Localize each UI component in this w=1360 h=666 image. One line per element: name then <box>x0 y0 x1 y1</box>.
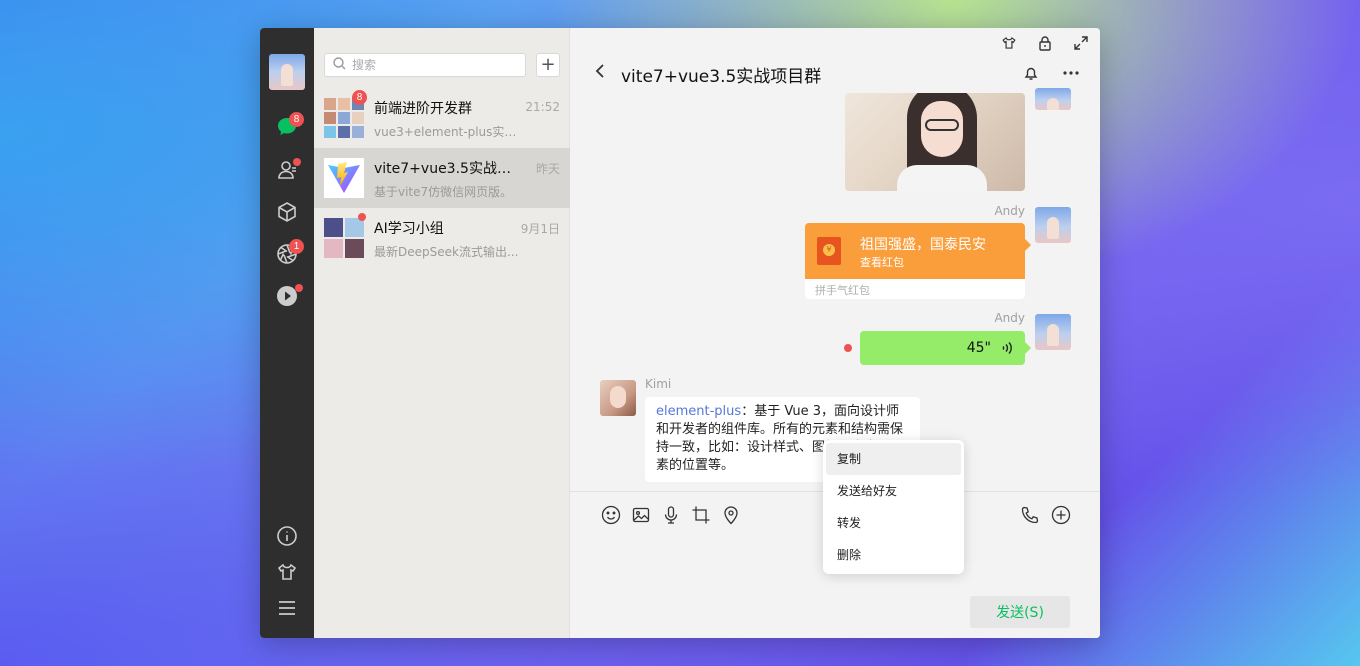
message-link[interactable]: element-plus <box>656 404 741 419</box>
chat-header: vite7+vue3.5实战项目群 <box>570 58 1100 88</box>
plus-circle-icon[interactable] <box>1050 504 1072 526</box>
channels-dot <box>295 284 303 292</box>
nav-menu[interactable] <box>275 598 299 622</box>
phone-icon[interactable] <box>1019 504 1041 526</box>
cube-icon <box>276 201 298 227</box>
menu-item-delete[interactable]: 删除 <box>826 539 961 571</box>
chat-name: 前端进阶开发群 <box>374 98 524 118</box>
chat-title: vite7+vue3.5实战项目群 <box>621 62 821 87</box>
chat-badge: 8 <box>289 112 304 127</box>
avatar[interactable] <box>1035 88 1071 110</box>
avatar[interactable] <box>600 380 636 416</box>
search-input[interactable] <box>352 58 512 72</box>
menu-item-forward[interactable]: 转发 <box>826 507 961 539</box>
vite-logo-icon <box>324 158 364 198</box>
sender-name: Kimi <box>645 377 671 391</box>
app-window: 8 1 <box>260 28 1100 638</box>
chat-list-panel: + 8 前端进阶开发群 21:52 vue3+element-plus实战... <box>314 28 570 638</box>
image-icon[interactable] <box>630 504 652 526</box>
contacts-dot <box>293 158 301 166</box>
chat-name: vite7+vue3.5实战项目... <box>374 158 524 178</box>
sidebar-nav: 8 1 <box>260 28 314 638</box>
chat-preview: 最新DeepSeek流式输出... <box>374 243 524 260</box>
microphone-icon[interactable] <box>660 504 682 526</box>
user-avatar[interactable] <box>269 54 305 90</box>
crop-icon[interactable] <box>690 504 712 526</box>
redpacket-message[interactable]: 祖国强盛，国泰民安 查看红包 拼手气红包 <box>805 223 1025 299</box>
chat-preview: 基于vite7仿微信网页版。 <box>374 183 524 200</box>
bubble-tail <box>1025 239 1031 251</box>
chat-name: AI学习小组 <box>374 218 524 238</box>
redpacket-icon <box>817 237 841 265</box>
add-button[interactable]: + <box>536 53 560 77</box>
chat-time: 21:52 <box>525 100 560 114</box>
avatar[interactable] <box>1035 314 1071 350</box>
nav-channels[interactable] <box>275 286 299 310</box>
chat-preview: vue3+element-plus实战... <box>374 123 524 140</box>
menu-item-copy[interactable]: 复制 <box>826 443 961 475</box>
voice-unread-dot <box>844 344 852 352</box>
redpacket-footer: 拼手气红包 <box>815 282 870 298</box>
nav-collections[interactable] <box>275 202 299 226</box>
image-message[interactable] <box>845 93 1025 191</box>
voice-message[interactable]: 45" <box>860 331 1025 365</box>
redpacket-title: 祖国强盛，国泰民安 <box>860 234 986 254</box>
menu-icon <box>276 597 298 623</box>
unread-badge: 8 <box>352 90 367 105</box>
more-icon[interactable] <box>1060 62 1082 84</box>
expand-icon[interactable] <box>1070 32 1092 54</box>
nav-theme[interactable] <box>275 562 299 586</box>
bubble-tail <box>1025 342 1031 354</box>
nav-moments[interactable]: 1 <box>275 244 299 268</box>
shirt-icon <box>276 561 298 587</box>
chat-item-frontend-group[interactable]: 8 前端进阶开发群 21:52 vue3+element-plus实战... <box>314 88 570 148</box>
info-icon <box>276 525 298 551</box>
avatar[interactable] <box>1035 207 1071 243</box>
voice-duration: 45" <box>967 340 991 356</box>
plus-icon: + <box>540 56 555 74</box>
chat-item-vite-group[interactable]: vite7+vue3.5实战项目... 昨天 基于vite7仿微信网页版。 <box>314 148 570 208</box>
menu-item-send-to-friend[interactable]: 发送给好友 <box>826 475 961 507</box>
shirt-icon[interactable] <box>998 32 1020 54</box>
emoji-icon[interactable] <box>600 504 622 526</box>
bell-icon[interactable] <box>1020 62 1042 84</box>
sound-wave-icon <box>999 340 1015 356</box>
search-box[interactable] <box>324 53 526 77</box>
nav-chat[interactable]: 8 <box>275 117 299 141</box>
chat-item-ai-group[interactable]: AI学习小组 9月1日 最新DeepSeek流式输出... <box>314 208 570 268</box>
moments-badge: 1 <box>289 239 304 254</box>
chat-time: 9月1日 <box>521 220 560 237</box>
nav-contacts[interactable] <box>275 160 299 184</box>
chat-time: 昨天 <box>536 160 560 177</box>
redpacket-subtitle: 查看红包 <box>860 254 904 270</box>
group-avatar <box>324 218 364 258</box>
location-icon[interactable] <box>720 504 742 526</box>
window-controls <box>998 32 1092 54</box>
unread-dot <box>358 213 366 221</box>
sender-name: Andy <box>994 311 1025 325</box>
chevron-left-icon <box>594 63 606 83</box>
back-button[interactable] <box>594 62 614 84</box>
nav-info[interactable] <box>275 526 299 550</box>
lock-icon[interactable] <box>1034 32 1056 54</box>
context-menu: 复制 发送给好友 转发 删除 <box>823 440 964 574</box>
send-button[interactable]: 发送(S) <box>970 596 1070 628</box>
sender-name: Andy <box>994 204 1025 218</box>
search-icon <box>333 57 346 74</box>
